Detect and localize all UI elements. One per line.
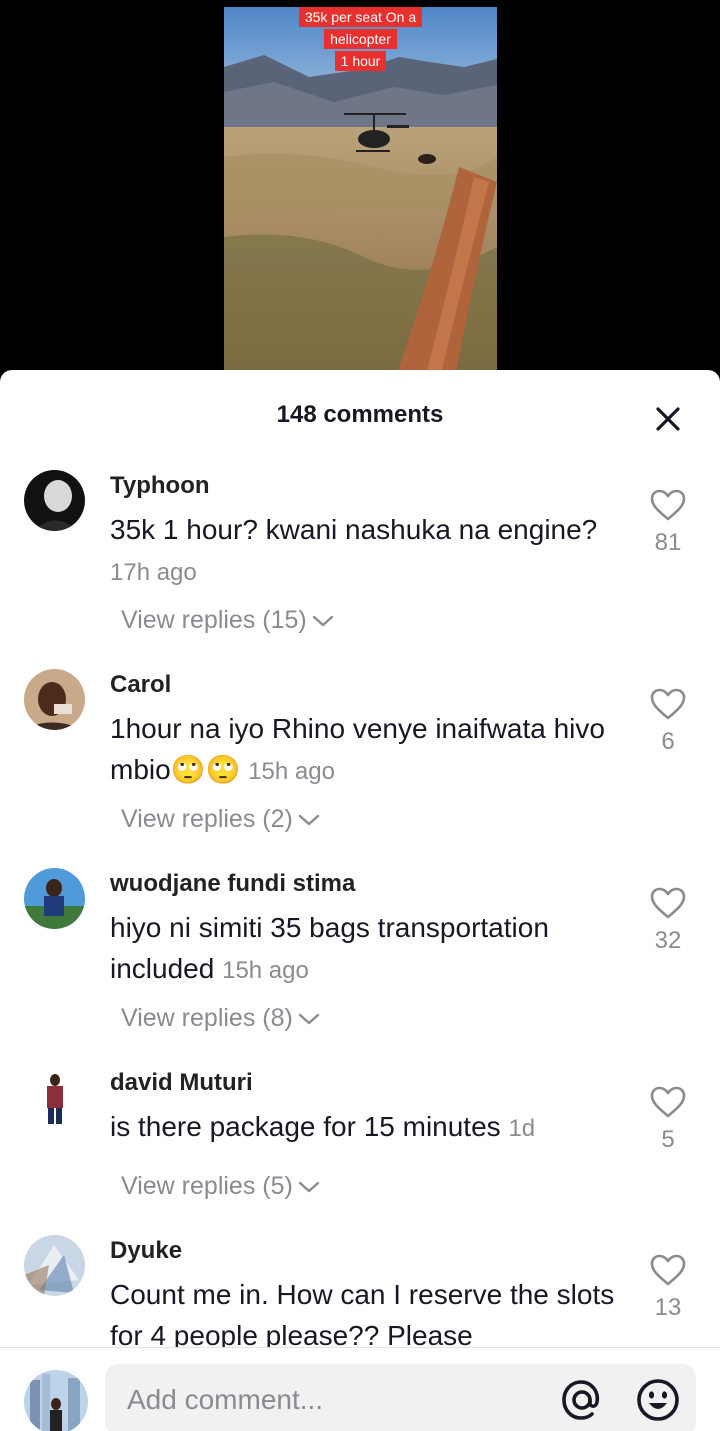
view-replies-label: View replies (15) (121, 606, 307, 634)
comments-count-title: 148 comments (276, 401, 444, 428)
heart-icon (650, 1254, 686, 1286)
like-count: 32 (654, 927, 682, 954)
current-user-avatar[interactable] (24, 1370, 88, 1431)
comment-username[interactable]: Carol (110, 671, 171, 699)
comment-timestamp: 17h ago (110, 559, 197, 586)
comment-body: 1hour na iyo Rhino venye inaifwata hivo … (110, 708, 625, 792)
caption-line-3: 1 hour (334, 51, 387, 71)
sheet-header: 148 comments (0, 370, 720, 460)
avatar[interactable] (24, 1235, 85, 1296)
comment-input-box[interactable] (105, 1364, 696, 1431)
like-count: 81 (654, 529, 682, 556)
comment-body: is there package for 15 minutes 1d (110, 1106, 625, 1149)
caption-line-2: helicopter (324, 29, 397, 49)
heart-icon (650, 489, 686, 521)
comment-timestamp: 1d (508, 1115, 536, 1142)
chevron-down-icon (298, 1014, 320, 1025)
comment-username[interactable]: wuodjane fundi stima (110, 870, 355, 898)
emoji-icon[interactable] (635, 1377, 681, 1423)
like-button[interactable]: 13 (640, 1253, 696, 1322)
comment-username[interactable]: Dyuke (110, 1237, 182, 1265)
like-count: 6 (661, 728, 675, 755)
heart-icon (650, 688, 686, 720)
comment-body: hiyo ni simiti 35 bags transportation in… (110, 907, 625, 991)
comment-text: 1hour na iyo Rhino venye inaifwata hivo … (110, 713, 605, 785)
comment-username[interactable]: Typhoon (110, 472, 210, 500)
comment-username[interactable]: david Muturi (110, 1069, 253, 1097)
comment-body: 35k 1 hour? kwani nashuka na engine? 17h… (110, 509, 625, 593)
chevron-down-icon (298, 1182, 320, 1193)
heart-icon (650, 887, 686, 919)
at-icon[interactable] (559, 1377, 605, 1423)
view-replies-label: View replies (5) (121, 1172, 293, 1200)
like-button[interactable]: 5 (640, 1085, 696, 1154)
comment-text: 35k 1 hour? kwani nashuka na engine? (110, 514, 598, 545)
comment-text: hiyo ni simiti 35 bags transportation in… (110, 912, 549, 984)
comment-text: Count me in. How can I reserve the slots… (110, 1279, 615, 1351)
like-count: 5 (661, 1126, 675, 1153)
comment-input[interactable] (127, 1378, 527, 1422)
avatar[interactable] (24, 470, 85, 531)
avatar[interactable] (24, 1067, 85, 1128)
close-icon[interactable] (652, 403, 684, 435)
view-replies-button[interactable]: View replies (15) (121, 606, 335, 635)
avatar[interactable] (24, 868, 85, 929)
heart-icon (650, 1086, 686, 1118)
view-replies-label: View replies (2) (121, 805, 293, 833)
comments-sheet: 148 comments Typhoon 35k 1 hour? kwani n… (0, 370, 720, 1431)
comment-composer (0, 1347, 720, 1431)
comment-text: is there package for 15 minutes (110, 1111, 501, 1142)
like-button[interactable]: 32 (640, 886, 696, 955)
chevron-down-icon (298, 815, 320, 826)
caption-line-1: 35k per seat On a (298, 7, 423, 27)
comment-timestamp: 15h ago (248, 758, 335, 785)
chevron-down-icon (312, 616, 333, 627)
like-button[interactable]: 6 (640, 687, 696, 756)
avatar[interactable] (24, 669, 85, 730)
comment-body: Count me in. How can I reserve the slots… (110, 1274, 625, 1356)
like-count: 13 (654, 1294, 682, 1321)
comment-timestamp: 15h ago (222, 957, 309, 984)
view-replies-label: View replies (8) (121, 1004, 293, 1032)
like-button[interactable]: 81 (640, 488, 696, 557)
video-player[interactable]: 35k per seat On a helicopter 1 hour (0, 0, 720, 390)
view-replies-button[interactable]: View replies (8) (121, 1004, 321, 1033)
view-replies-button[interactable]: View replies (5) (121, 1172, 321, 1201)
view-replies-button[interactable]: View replies (2) (121, 805, 321, 834)
video-caption: 35k per seat On a helicopter 1 hour (224, 7, 497, 71)
video-thumbnail[interactable]: 35k per seat On a helicopter 1 hour (224, 7, 497, 382)
